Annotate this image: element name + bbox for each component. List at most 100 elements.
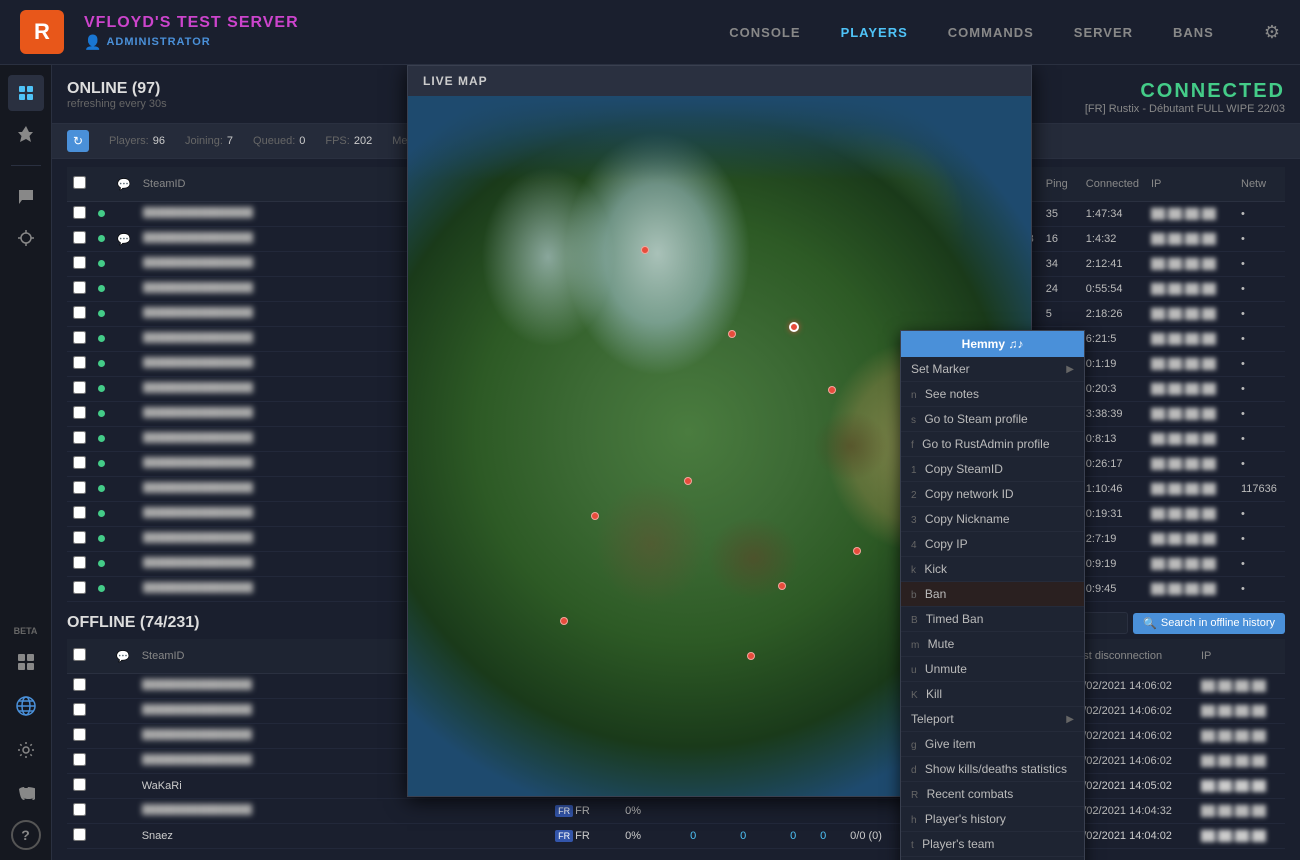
offline-player-checkbox[interactable] (73, 703, 86, 716)
player-checkbox[interactable] (73, 481, 86, 494)
player-checkbox[interactable] (73, 356, 86, 369)
offline-player-checkbox[interactable] (73, 778, 86, 791)
row-ip: ██.██.██.██ (1195, 699, 1285, 724)
row-network: • (1235, 277, 1285, 302)
map-player-dot[interactable] (747, 652, 755, 660)
table-row[interactable]: ████████████████ FRFR 0% • 3:3:23 614 12… (67, 799, 1285, 824)
sidebar-crosshair-icon[interactable] (8, 220, 44, 256)
ctx-item-copy-ip[interactable]: 4 Copy IP (901, 532, 1084, 557)
ctx-item-label: B Timed Ban (911, 612, 983, 626)
ctx-item-copy-nickname[interactable]: 3 Copy Nickname (901, 507, 1084, 532)
map-player-dot[interactable] (853, 547, 861, 555)
player-checkbox[interactable] (73, 206, 86, 219)
map-player-dot[interactable] (560, 617, 568, 625)
offline-player-checkbox[interactable] (73, 753, 86, 766)
refresh-button[interactable]: ↻ (67, 130, 89, 152)
ctx-item-copy-network-id[interactable]: 2 Copy network ID (901, 482, 1084, 507)
row-chat (111, 502, 137, 527)
map-player-dot[interactable] (641, 246, 649, 254)
select-all-checkbox[interactable] (73, 176, 86, 189)
player-checkbox[interactable] (73, 381, 86, 394)
map-player-dot[interactable] (684, 477, 692, 485)
ctx-item-give-item[interactable]: g Give item (901, 732, 1084, 757)
map-water-region (408, 96, 1031, 180)
row-network: • (1235, 302, 1285, 327)
ctx-item-label: t Player's team (911, 837, 994, 851)
sidebar-help-icon[interactable]: ? (11, 820, 41, 850)
map-player-dot[interactable] (728, 330, 736, 338)
offline-player-checkbox[interactable] (73, 828, 86, 841)
sidebar-map-icon[interactable] (8, 116, 44, 152)
ctx-item-unmute[interactable]: u Unmute (901, 657, 1084, 682)
ctx-item-set-marker[interactable]: Set Marker ▶ (901, 357, 1084, 382)
sidebar-grid-icon[interactable] (8, 644, 44, 680)
row-network: • (1235, 252, 1285, 277)
ctx-item-show-killsdeaths-statistics[interactable]: d Show kills/deaths statistics (901, 757, 1084, 782)
ctx-key: d (911, 765, 917, 776)
row-ip: ██.██.██.██ (1195, 799, 1285, 824)
ctx-item-label: b Ban (911, 587, 946, 601)
table-row[interactable]: Snaez FRFR 0% 0 0 0 0 0/0 (0) No • ?:?:?… (67, 824, 1285, 849)
row-k: 0 (784, 824, 814, 849)
ctx-key: b (911, 590, 917, 601)
row-online-indicator (92, 327, 111, 352)
sidebar-chat-icon[interactable] (8, 179, 44, 215)
offline-player-checkbox[interactable] (73, 678, 86, 691)
ctx-item-mute[interactable]: m Mute (901, 632, 1084, 657)
player-checkbox[interactable] (73, 281, 86, 294)
player-checkbox[interactable] (73, 581, 86, 594)
ctx-item-kill[interactable]: K Kill (901, 682, 1084, 707)
row-chat (111, 277, 137, 302)
sidebar-settings-icon[interactable] (8, 732, 44, 768)
sidebar-discord-icon[interactable] (8, 776, 44, 812)
ctx-key: k (911, 565, 916, 576)
row-network: 117636 (1235, 477, 1285, 502)
ctx-key: 1 (911, 465, 917, 476)
row-ip: ██.██.██.██ (1145, 327, 1235, 352)
player-checkbox[interactable] (73, 231, 86, 244)
nav-server[interactable]: SERVER (1074, 25, 1133, 40)
offline-player-checkbox[interactable] (73, 728, 86, 741)
ctx-item-players-history[interactable]: h Player's history (901, 807, 1084, 832)
player-checkbox[interactable] (73, 306, 86, 319)
ctx-item-label: K Kill (911, 687, 942, 701)
offline-player-checkbox[interactable] (73, 803, 86, 816)
map-player-dot[interactable] (778, 582, 786, 590)
ctx-item-go-to-steam-profile[interactable]: s Go to Steam profile (901, 407, 1084, 432)
player-checkbox[interactable] (73, 456, 86, 469)
ctx-item-teleport[interactable]: Teleport ▶ (901, 707, 1084, 732)
ctx-item-recent-combats[interactable]: R Recent combats (901, 782, 1084, 807)
row-ip: ██.██.██.██ (1145, 202, 1235, 227)
ctx-item-timed-ban[interactable]: B Timed Ban (901, 607, 1084, 632)
player-checkbox[interactable] (73, 556, 86, 569)
select-all-offline-checkbox[interactable] (73, 648, 86, 661)
ctx-item-players-team[interactable]: t Player's team (901, 832, 1084, 857)
player-checkbox[interactable] (73, 506, 86, 519)
nav-commands[interactable]: COMMANDS (948, 25, 1034, 40)
nav-bans[interactable]: BANS (1173, 25, 1214, 40)
ctx-item-copy-steamid[interactable]: 1 Copy SteamID (901, 457, 1084, 482)
settings-icon[interactable]: ⚙ (1264, 22, 1280, 43)
players-val: 96 (153, 135, 165, 147)
player-checkbox[interactable] (73, 431, 86, 444)
sidebar-globe-icon[interactable] (8, 688, 44, 724)
map-player-dot[interactable] (828, 386, 836, 394)
player-checkbox[interactable] (73, 331, 86, 344)
row-ip: ██.██.██.██ (1145, 352, 1235, 377)
player-checkbox[interactable] (73, 531, 86, 544)
ctx-key: 4 (911, 540, 917, 551)
player-checkbox[interactable] (73, 256, 86, 269)
ctx-item-go-to-rustadmin-profile[interactable]: f Go to RustAdmin profile (901, 432, 1084, 457)
admin-icon: 👤 (84, 34, 101, 51)
sidebar-players-icon[interactable] (8, 75, 44, 111)
nav-console[interactable]: CONSOLE (729, 25, 800, 40)
map-highlighted-player-dot[interactable] (789, 322, 799, 332)
ctx-item-ban[interactable]: b Ban (901, 582, 1084, 607)
nav-players[interactable]: PLAYERS (841, 25, 908, 40)
server-name: VFLOYD'S TEST SERVER (84, 14, 709, 32)
ctx-item-see-notes[interactable]: n See notes (901, 382, 1084, 407)
ctx-item-kick[interactable]: k Kick (901, 557, 1084, 582)
map-player-dot[interactable] (591, 512, 599, 520)
search-offline-button[interactable]: 🔍 Search in offline history (1133, 613, 1285, 634)
player-checkbox[interactable] (73, 406, 86, 419)
